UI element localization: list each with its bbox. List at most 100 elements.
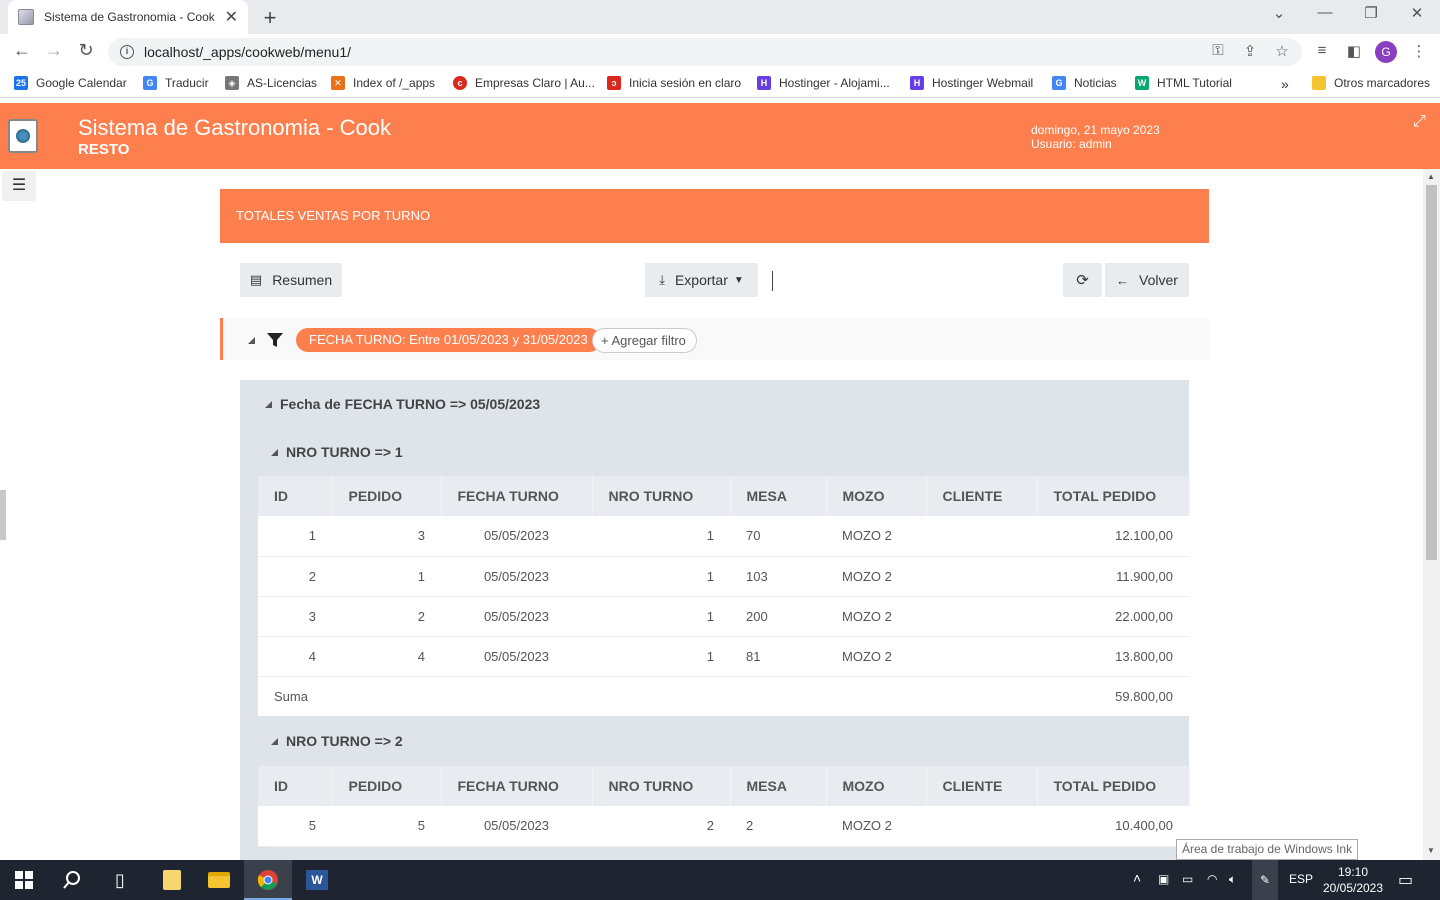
fullscreen-expand-icon[interactable]: ⤢ bbox=[1413, 113, 1426, 131]
bookmark-item[interactable]: c Empresas Claro | Au... bbox=[453, 76, 595, 90]
restore-icon[interactable]: ❐ bbox=[1356, 4, 1386, 22]
resumen-button[interactable]: ▤ Resumen bbox=[240, 263, 342, 297]
wifi-icon[interactable]: ◠ bbox=[1207, 872, 1217, 886]
tab-title: Sistema de Gastronomia - Cook bbox=[44, 10, 215, 24]
table-icon: ▤ bbox=[249, 272, 263, 287]
column-header-id[interactable]: ID bbox=[258, 766, 333, 806]
task-view-icon[interactable]: ▯ bbox=[108, 868, 132, 892]
column-header-total-pedido[interactable]: TOTAL PEDIDO bbox=[1037, 766, 1190, 806]
tab-close-icon[interactable]: ✕ bbox=[225, 7, 238, 27]
cell-pedido: 4 bbox=[332, 636, 441, 677]
menu-kebab-icon[interactable]: ⋮ bbox=[1408, 42, 1430, 60]
bookmark-item[interactable]: G Noticias bbox=[1052, 76, 1117, 90]
collapse-subgroup-icon[interactable] bbox=[271, 737, 278, 745]
other-bookmarks-folder[interactable]: Otros marcadores bbox=[1312, 76, 1430, 90]
tab-search-icon[interactable]: ⌄ bbox=[1264, 4, 1294, 22]
reload-icon[interactable]: ↻ bbox=[74, 40, 98, 61]
share-icon[interactable]: ⇪ bbox=[1239, 42, 1261, 60]
bookmark-item[interactable]: ◈ AS-Licencias bbox=[225, 76, 317, 90]
close-window-icon[interactable]: ✕ bbox=[1402, 4, 1432, 22]
exportar-button[interactable]: ⤓ Exportar ▼ bbox=[645, 263, 758, 297]
meet-now-icon[interactable]: ▣ bbox=[1158, 872, 1169, 886]
notepad-app-icon[interactable] bbox=[160, 868, 184, 892]
column-header-cliente[interactable]: CLIENTE bbox=[926, 766, 1038, 806]
new-tab-button[interactable]: + bbox=[258, 5, 282, 31]
table-row[interactable]: 1 3 05/05/2023 1 70 MOZO 2 12.100,00 bbox=[258, 516, 1189, 557]
column-header-total-pedido[interactable]: TOTAL PEDIDO bbox=[1037, 476, 1190, 516]
windows-start-icon[interactable] bbox=[12, 868, 36, 892]
minimize-icon[interactable]: — bbox=[1310, 4, 1340, 21]
column-header-nro-turno[interactable]: NRO TURNO bbox=[592, 476, 731, 516]
report-group-container: Fecha de FECHA TURNO => 05/05/2023 NRO T… bbox=[240, 380, 1190, 860]
collapse-filter-icon[interactable] bbox=[248, 337, 255, 344]
profile-avatar[interactable]: G bbox=[1375, 41, 1397, 63]
column-header-nro-turno[interactable]: NRO TURNO bbox=[592, 766, 731, 806]
password-key-icon[interactable]: ⚿ bbox=[1207, 42, 1229, 59]
back-icon[interactable]: ← bbox=[10, 40, 34, 61]
filter-chip-fecha-turno[interactable]: FECHA TURNO: Entre 01/05/2023 y 31/05/20… bbox=[296, 328, 601, 352]
table-row[interactable]: 2 1 05/05/2023 1 103 MOZO 2 11.900,00 bbox=[258, 556, 1189, 597]
word-app-icon[interactable]: W bbox=[305, 868, 329, 892]
cell-fecha: 05/05/2023 bbox=[441, 556, 592, 597]
sidebar-resize-handle[interactable] bbox=[0, 490, 6, 540]
column-header-pedido[interactable]: PEDIDO bbox=[332, 766, 442, 806]
bookmark-item[interactable]: 25 Google Calendar bbox=[14, 76, 127, 90]
column-header-id[interactable]: ID bbox=[258, 476, 333, 516]
chrome-app-icon[interactable] bbox=[256, 868, 280, 892]
hostinger-icon: H bbox=[910, 76, 924, 90]
search-icon[interactable] bbox=[60, 868, 84, 892]
scrollbar-thumb[interactable] bbox=[1426, 185, 1437, 560]
scroll-down-icon[interactable]: ▼ bbox=[1427, 846, 1435, 855]
reading-list-icon[interactable]: ≡ bbox=[1311, 42, 1333, 59]
table-header-row: ID PEDIDO FECHA TURNO NRO TURNO MESA MOZ… bbox=[258, 476, 1190, 516]
filter-funnel-icon[interactable] bbox=[266, 331, 284, 349]
scroll-up-icon[interactable]: ▲ bbox=[1427, 172, 1435, 181]
menu-toggle-icon[interactable]: ☰ bbox=[2, 171, 36, 201]
column-header-fecha-turno[interactable]: FECHA TURNO bbox=[441, 476, 593, 516]
group-header-fecha[interactable]: Fecha de FECHA TURNO => 05/05/2023 bbox=[265, 396, 540, 412]
volume-icon[interactable]: 🔈︎ bbox=[1229, 872, 1236, 887]
collapse-subgroup-icon[interactable] bbox=[271, 448, 278, 456]
bookmark-item[interactable]: H Hostinger - Alojami... bbox=[757, 76, 890, 90]
bookmark-item[interactable]: H Hostinger Webmail bbox=[910, 76, 1033, 90]
bookmark-item[interactable]: G Traducir bbox=[143, 76, 209, 90]
license-icon: ◈ bbox=[225, 76, 239, 90]
column-header-mesa[interactable]: MESA bbox=[730, 476, 827, 516]
table-row[interactable]: 3 2 05/05/2023 1 200 MOZO 2 22.000,00 bbox=[258, 596, 1189, 637]
add-filter-button[interactable]: + Agregar filtro bbox=[592, 328, 697, 353]
column-header-cliente[interactable]: CLIENTE bbox=[926, 476, 1038, 516]
table-row[interactable]: 4 4 05/05/2023 1 81 MOZO 2 13.800,00 bbox=[258, 636, 1189, 677]
column-header-pedido[interactable]: PEDIDO bbox=[332, 476, 442, 516]
address-bar[interactable]: i localhost/_apps/cookweb/menu1/ bbox=[108, 38, 1302, 66]
subgroup-header-turno-1[interactable]: NRO TURNO => 1 bbox=[271, 444, 403, 460]
refresh-button[interactable]: ⟳ bbox=[1063, 263, 1102, 297]
cell-id: 4 bbox=[258, 636, 332, 677]
bookmark-item[interactable]: ✕ Index of /_apps bbox=[331, 76, 435, 90]
subgroup-header-turno-2[interactable]: NRO TURNO => 2 bbox=[271, 733, 403, 749]
file-explorer-icon[interactable] bbox=[207, 868, 231, 892]
forward-icon[interactable]: → bbox=[42, 40, 66, 61]
browser-tab[interactable]: Sistema de Gastronomia - Cook ✕ bbox=[8, 0, 248, 34]
cell-cliente bbox=[926, 596, 1037, 637]
windows-ink-icon[interactable]: ✎ bbox=[1252, 860, 1278, 900]
bookmark-star-icon[interactable]: ☆ bbox=[1271, 42, 1293, 60]
column-header-mozo[interactable]: MOZO bbox=[826, 766, 927, 806]
side-panel-icon[interactable]: ◧ bbox=[1343, 42, 1365, 60]
collapse-group-icon[interactable] bbox=[265, 400, 272, 408]
column-header-mesa[interactable]: MESA bbox=[730, 766, 827, 806]
taskbar-clock[interactable]: 19:10 20/05/2023 bbox=[1318, 864, 1388, 896]
volver-button[interactable]: ← Volver bbox=[1105, 263, 1189, 297]
site-info-icon[interactable]: i bbox=[120, 45, 134, 59]
tray-overflow-icon[interactable]: ˄ bbox=[1133, 870, 1141, 886]
bookmark-item[interactable]: W HTML Tutorial bbox=[1135, 76, 1232, 90]
page-scrollbar[interactable]: ▲ ▼ bbox=[1423, 169, 1440, 860]
column-header-mozo[interactable]: MOZO bbox=[826, 476, 927, 516]
battery-icon[interactable]: ▭ bbox=[1182, 872, 1193, 886]
data-table-turno-1: ID PEDIDO FECHA TURNO NRO TURNO MESA MOZ… bbox=[258, 476, 1190, 716]
language-indicator[interactable]: ESP bbox=[1289, 872, 1313, 886]
column-header-fecha-turno[interactable]: FECHA TURNO bbox=[441, 766, 593, 806]
notifications-icon[interactable]: ▭ bbox=[1398, 870, 1413, 890]
table-row[interactable]: 5 5 05/05/2023 2 2 MOZO 2 10.400,00 bbox=[258, 806, 1189, 847]
bookmark-item[interactable]: ɔ Inicia sesión en claro bbox=[607, 76, 741, 90]
more-bookmarks-button[interactable]: » bbox=[1281, 76, 1289, 92]
